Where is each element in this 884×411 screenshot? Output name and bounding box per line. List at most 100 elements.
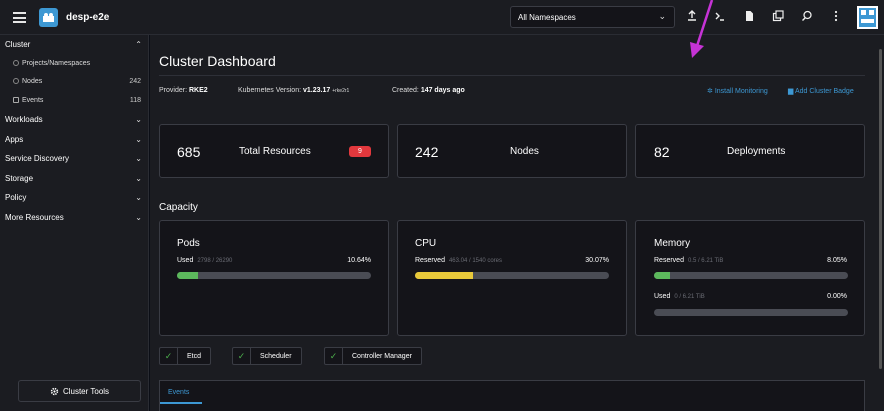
gear-icon: ✲: [707, 88, 713, 95]
created-info: Created: 147 days ago: [392, 87, 465, 94]
memory-used-line: Used 0 / 6.21 TiB: [654, 293, 705, 300]
cpu-title: CPU: [415, 238, 437, 249]
cluster-name[interactable]: desp-e2e: [66, 12, 109, 23]
k8s-version-value: v1.23.17: [303, 87, 331, 94]
chevron-down-icon: ⌄: [658, 11, 666, 21]
cpu-usage-fill: [415, 272, 474, 279]
provider-info: Provider: RKE2: [159, 87, 208, 94]
total-resources-count: 685: [177, 144, 201, 160]
cpu-reserved-detail: 463.04 / 1540 cores: [448, 258, 503, 264]
memory-used-bar: [654, 309, 848, 316]
nodes-label: Nodes: [510, 146, 539, 157]
created-label: Created:: [392, 87, 419, 94]
capacity-heading: Capacity: [159, 202, 198, 213]
sidebar: Cluster ⌃ Projects/Namespaces Nodes 242 …: [0, 35, 149, 411]
sidebar-item-count: 242: [129, 77, 141, 85]
sidebar-group-label: Cluster: [5, 39, 31, 49]
download-kubeconfig-icon[interactable]: [742, 10, 756, 24]
sidebar-group-label: More Resources: [5, 212, 64, 222]
cluster-tools-label: Cluster Tools: [62, 386, 110, 396]
warning-count-badge: 9: [349, 146, 371, 157]
sidebar-group-cluster[interactable]: Cluster ⌃: [0, 35, 149, 53]
chevron-down-icon: ⌄: [135, 153, 142, 163]
menu-icon[interactable]: [13, 12, 26, 23]
pods-used-line: Used 2798 / 26290: [177, 257, 232, 264]
active-tab-indicator: [160, 402, 202, 404]
memory-reserved-fill: [654, 272, 670, 279]
check-icon: ✓: [233, 348, 251, 364]
install-monitoring-label: Install Monitoring: [714, 88, 768, 95]
kubectl-shell-icon[interactable]: [713, 10, 727, 24]
events-panel: [159, 380, 865, 411]
sidebar-group-storage[interactable]: Storage ⌄: [0, 169, 149, 187]
pods-used-percent: 10.64%: [347, 257, 371, 264]
cluster-tools-button[interactable]: Cluster Tools: [18, 380, 141, 402]
page-title: Cluster Dashboard: [159, 53, 276, 69]
check-icon: ✓: [160, 348, 178, 364]
memory-title: Memory: [654, 238, 691, 249]
gear-icon: [50, 387, 59, 395]
copy-icon[interactable]: [771, 10, 785, 24]
memory-used-detail: 0 / 6.21 TiB: [674, 294, 705, 300]
sidebar-group-service-discovery[interactable]: Service Discovery ⌄: [0, 149, 149, 167]
chevron-down-icon: ⌄: [135, 192, 142, 202]
check-icon: ✓: [325, 348, 343, 364]
deployments-count: 82: [654, 144, 670, 160]
sidebar-item-nodes[interactable]: Nodes 242: [0, 72, 149, 90]
sidebar-group-label: Service Discovery: [5, 153, 70, 163]
sidebar-group-label: Workloads: [5, 114, 43, 124]
memory-reserved-detail: 0.5 / 6.21 TiB: [687, 258, 724, 264]
divider: [159, 75, 865, 76]
sidebar-group-workloads[interactable]: Workloads ⌄: [0, 110, 149, 128]
top-bar: desp-e2e All Namespaces ⌄: [0, 0, 884, 35]
k8s-version-label: Kubernetes Version:: [238, 87, 302, 94]
sidebar-item-events[interactable]: Events 118: [0, 91, 149, 109]
provider-label: Provider:: [159, 87, 188, 94]
created-value: 147 days ago: [420, 87, 465, 94]
events-icon: [13, 97, 19, 103]
search-icon[interactable]: [800, 10, 814, 24]
chevron-down-icon: ⌄: [135, 173, 142, 183]
total-resources-label: Total Resources: [239, 146, 311, 157]
tab-events[interactable]: Events: [168, 389, 189, 396]
install-monitoring-link[interactable]: ✲ Install Monitoring: [707, 87, 768, 95]
chevron-down-icon: ⌄: [135, 134, 142, 144]
pods-title: Pods: [177, 238, 200, 249]
add-cluster-badge-link[interactable]: ▆ Add Cluster Badge: [788, 87, 854, 95]
user-avatar[interactable]: [857, 6, 878, 29]
memory-reserved-label: Reserved: [654, 257, 684, 264]
memory-used-percent: 0.00%: [827, 293, 847, 300]
sidebar-group-more-resources[interactable]: More Resources ⌄: [0, 208, 149, 226]
main-scrollbar[interactable]: [877, 35, 884, 411]
namespace-select-value: All Namespaces: [518, 13, 576, 22]
etcd-status-chip: ✓ Etcd: [159, 347, 212, 365]
sidebar-item-label: Events: [22, 96, 44, 104]
controller-manager-label: Controller Manager: [352, 352, 412, 360]
etcd-label: Etcd: [187, 352, 202, 360]
memory-reserved-line: Reserved 0.5 / 6.21 TiB: [654, 257, 723, 264]
sidebar-item-projects-namespaces[interactable]: Projects/Namespaces: [0, 54, 149, 72]
chevron-down-icon: ⌄: [135, 114, 142, 124]
sidebar-group-policy[interactable]: Policy ⌄: [0, 188, 149, 206]
upload-icon[interactable]: [685, 10, 699, 24]
scheduler-label: Scheduler: [260, 352, 292, 360]
sidebar-group-label: Storage: [5, 173, 34, 183]
chevron-up-icon: ⌃: [135, 39, 142, 49]
sidebar-group-apps[interactable]: Apps ⌄: [0, 130, 149, 148]
pods-used-label: Used: [177, 257, 194, 264]
pods-usage-fill: [177, 272, 198, 279]
add-cluster-badge-label: Add Cluster Badge: [794, 88, 854, 95]
namespace-select[interactable]: All Namespaces ⌄: [510, 6, 675, 28]
cluster-logo-icon: [39, 8, 58, 27]
memory-reserved-percent: 8.05%: [827, 257, 847, 264]
cpu-reserved-percent: 30.07%: [585, 257, 609, 264]
scheduler-status-chip: ✓ Scheduler: [232, 347, 302, 365]
pods-usage-bar: [177, 272, 371, 279]
cpu-reserved-label: Reserved: [415, 257, 445, 264]
kubernetes-version-info: Kubernetes Version: v1.23.17 +rke2r1: [238, 87, 349, 94]
sidebar-item-count: 118: [129, 96, 141, 104]
sidebar-group-label: Apps: [5, 134, 24, 144]
more-options-icon[interactable]: [829, 10, 843, 24]
cpu-reserved-line: Reserved 463.04 / 1540 cores: [415, 257, 502, 264]
provider-value: RKE2: [188, 87, 208, 94]
